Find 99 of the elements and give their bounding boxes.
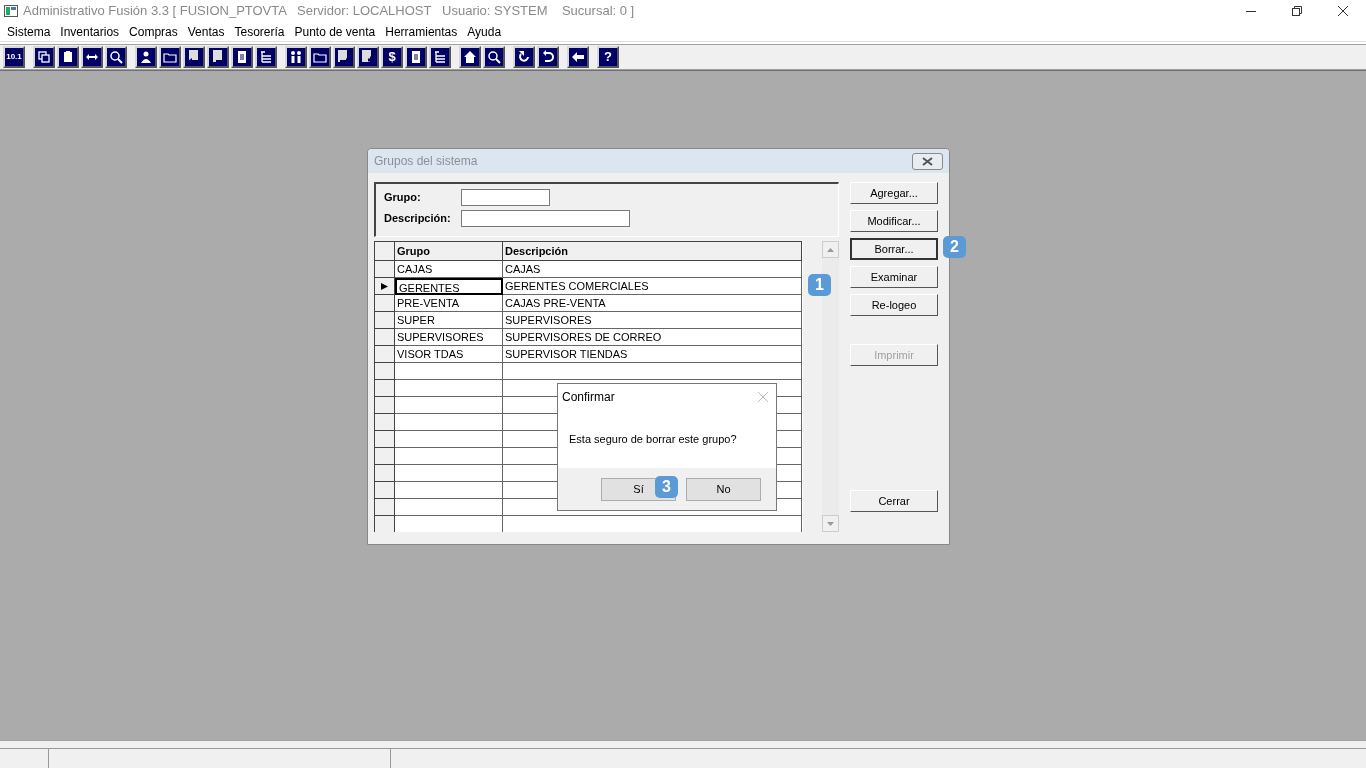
column-header[interactable]: Descripción <box>503 241 802 261</box>
toolbar-button[interactable]: ? <box>597 46 619 68</box>
menu-item[interactable]: Sistema <box>2 21 56 42</box>
row-header[interactable] <box>374 499 395 516</box>
toolbar-button[interactable] <box>81 46 103 68</box>
window-title: Administrativo Fusión 3.3 [ FUSION_PTOVTA Servidor: LOCALHOST Usuario: SYSTEM Sucursal: 0 ] <box>23 2 635 21</box>
copy-icon <box>36 49 52 65</box>
input-field[interactable] <box>461 209 630 227</box>
dialog-title: Confirmar <box>562 389 615 406</box>
toolbar-button[interactable] <box>309 46 331 68</box>
toolbar-button[interactable] <box>135 46 157 68</box>
table-cell: CAJAS <box>503 261 802 278</box>
up-arrow-icon <box>827 247 834 252</box>
action-button[interactable]: Re-logeo <box>850 294 938 316</box>
table-cell: CAJAS <box>395 261 503 278</box>
step-number-badge: 1 <box>808 274 831 296</box>
toolbar-button[interactable] <box>285 46 307 68</box>
table-cell: SUPERVISOR TIENDAS <box>503 346 802 363</box>
row-header[interactable] <box>374 397 395 414</box>
table-cell: PRE-VENTA <box>395 295 503 312</box>
row-header[interactable] <box>374 448 395 465</box>
table-cell: GERENTES COMERCIALES <box>503 278 802 295</box>
menu-item[interactable]: Tesorería <box>229 21 290 42</box>
row-header[interactable] <box>374 312 395 329</box>
action-button[interactable]: Examinar <box>850 266 938 288</box>
menu-item[interactable]: Inventarios <box>55 21 125 42</box>
toolbar-button[interactable] <box>429 46 451 68</box>
window-title: Grupos del sistema <box>374 153 478 170</box>
minimize-icon <box>1246 10 1256 12</box>
toolbar-button[interactable] <box>513 46 535 68</box>
toolbar-button[interactable] <box>405 46 427 68</box>
toolbar-button[interactable] <box>537 46 559 68</box>
down-arrow-icon <box>827 521 834 526</box>
restore-icon <box>1292 6 1302 16</box>
table-cell: SUPERVISORES DE CORREO <box>503 329 802 346</box>
menu-item[interactable]: Ayuda <box>462 21 507 42</box>
menu-item[interactable]: Compras <box>124 21 183 42</box>
menu-item[interactable]: Ventas <box>182 21 230 42</box>
input-field[interactable] <box>461 188 550 206</box>
menu-item[interactable]: Punto de venta <box>289 21 381 42</box>
table-cell: SUPERVISORES <box>395 329 503 346</box>
toolbar-button[interactable] <box>159 46 181 68</box>
people-icon <box>288 49 304 65</box>
table-cell: GERENTES <box>395 278 503 295</box>
toolbar-button[interactable] <box>567 46 589 68</box>
field-label: Grupo: <box>384 189 422 205</box>
menu-item[interactable]: Herramientas <box>380 21 463 42</box>
row-pointer-icon <box>381 282 388 290</box>
toolbar-button[interactable]: 10.1 <box>3 46 25 68</box>
step-number-badge: 3 <box>655 476 678 498</box>
toolbar-button[interactable] <box>57 46 79 68</box>
table-cell: SUPER <box>395 312 503 329</box>
row-header[interactable] <box>374 278 395 295</box>
toolbar-button[interactable] <box>105 46 127 68</box>
row-header[interactable] <box>374 346 395 363</box>
column-header[interactable]: Grupo <box>395 241 503 261</box>
magnifier-icon <box>486 49 502 65</box>
row-header[interactable] <box>374 380 395 397</box>
toolbar-button[interactable] <box>333 46 355 68</box>
magnifier-icon <box>108 49 124 65</box>
toolbar-button[interactable] <box>357 46 379 68</box>
toolbar-button[interactable] <box>33 46 55 68</box>
toolbar-button[interactable] <box>459 46 481 68</box>
table-cell: VISOR TDAS <box>395 346 503 363</box>
row-header[interactable] <box>374 329 395 346</box>
action-button[interactable]: Cerrar <box>850 490 938 512</box>
toolbar-button[interactable] <box>183 46 205 68</box>
list-tree-icon <box>258 49 274 65</box>
toolbar-button[interactable]: $ <box>381 46 403 68</box>
row-header[interactable] <box>374 465 395 482</box>
row-header[interactable] <box>374 482 395 499</box>
toolbar-button[interactable] <box>483 46 505 68</box>
table-cell: CAJAS PRE-VENTA <box>503 295 802 312</box>
close-icon <box>1338 6 1348 16</box>
app-icon <box>4 5 18 17</box>
row-header[interactable] <box>374 261 395 278</box>
dialog-message: Esta seguro de borrar este grupo? <box>569 432 737 446</box>
row-header[interactable] <box>374 363 395 380</box>
redo-icon <box>516 49 532 65</box>
close-icon <box>922 156 933 166</box>
row-header <box>374 241 395 261</box>
row-header[interactable] <box>374 431 395 448</box>
field-label: Descripción: <box>384 210 452 226</box>
row-header[interactable] <box>374 295 395 312</box>
person-icon <box>138 49 154 65</box>
toolbar-button[interactable] <box>255 46 277 68</box>
close-button[interactable] <box>912 152 943 170</box>
toolbar-button[interactable] <box>231 46 253 68</box>
row-header[interactable] <box>374 414 395 431</box>
toolbar-button[interactable] <box>207 46 229 68</box>
home-icon <box>462 49 478 65</box>
row-header[interactable] <box>374 516 395 532</box>
step-number-badge: 2 <box>943 236 966 258</box>
list-tree-icon <box>432 49 448 65</box>
action-button[interactable]: Agregar... <box>850 182 938 204</box>
action-button[interactable]: Modificar... <box>850 210 938 232</box>
action-button[interactable]: Borrar... <box>850 238 938 260</box>
table-cell: SUPERVISORES <box>503 312 802 329</box>
dialog-button[interactable]: No <box>686 477 761 501</box>
